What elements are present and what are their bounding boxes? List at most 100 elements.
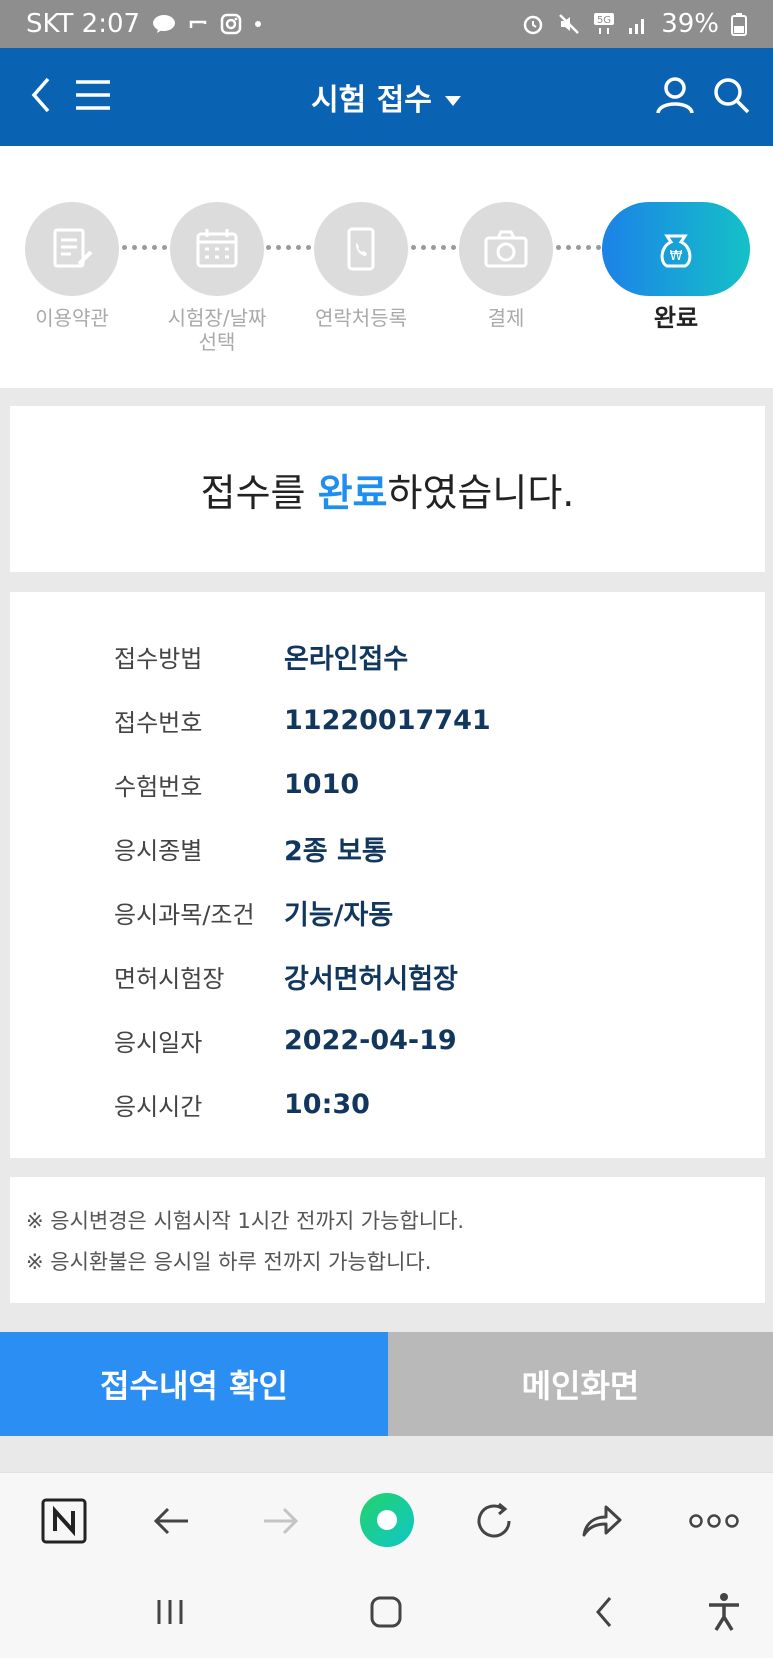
- signal-icon: [627, 13, 649, 35]
- info-row-time: 응시시간 10:30: [10, 1072, 765, 1136]
- chevron-left-icon: [590, 1595, 618, 1633]
- accessibility-button[interactable]: [702, 1592, 746, 1636]
- reload-button[interactable]: [468, 1497, 520, 1549]
- step-label: 시험장/날짜 선택: [167, 306, 267, 354]
- app-header: 시험 접수: [0, 48, 773, 146]
- arrow-left-icon: [152, 1504, 192, 1542]
- step-connector: [122, 245, 167, 251]
- info-value: 온라인접수: [284, 643, 409, 675]
- instagram-icon: [220, 13, 242, 35]
- info-value: 기능/자동: [284, 899, 394, 931]
- registration-info: 접수방법 온라인접수 접수번호 11220017741 수험번호 1010 응시종별 2…: [10, 592, 765, 1158]
- search-icon: [711, 75, 751, 119]
- info-key: 접수방법: [114, 644, 203, 673]
- completion-text-before: 접수를: [200, 470, 318, 515]
- info-key: 수험번호: [114, 772, 203, 801]
- info-key: 접수번호: [114, 708, 203, 737]
- calendar-icon: [170, 202, 264, 296]
- info-value: 11220017741: [284, 704, 491, 736]
- recent-apps-icon: [154, 1597, 186, 1631]
- info-key: 응시시간: [114, 1092, 203, 1121]
- action-buttons: 접수내역 확인 메인화면: [0, 1332, 773, 1436]
- home-square-icon: [369, 1595, 403, 1633]
- info-row-subject: 응시과목/조건 기능/자동: [10, 880, 765, 944]
- user-icon: [655, 75, 695, 119]
- step-connector: [556, 245, 601, 251]
- status-bar: SKT 2:07 5G 39%: [0, 0, 773, 48]
- info-value: 2종 보통: [284, 835, 387, 867]
- menu-button[interactable]: [66, 70, 120, 124]
- completion-text-after: 하였습니다.: [387, 470, 575, 515]
- svg-text:5G: 5G: [597, 15, 611, 26]
- document-edit-icon: [25, 202, 119, 296]
- step-venue-date: 시험장/날짜 선택: [168, 202, 266, 354]
- step-complete: ₩ 완료: [602, 202, 750, 330]
- battery-icon: [731, 12, 747, 36]
- battery-percent: 39%: [661, 9, 719, 39]
- step-label: 완료: [653, 304, 699, 332]
- step-terms: 이용약관: [24, 202, 120, 330]
- chevron-left-icon: [26, 75, 56, 119]
- info-row-date: 응시일자 2022-04-19: [10, 1008, 765, 1072]
- step-contact: 연락처등록: [313, 202, 409, 330]
- naver-n-icon: [41, 1498, 87, 1548]
- info-row-exam-number: 수험번호 1010: [10, 752, 765, 816]
- reload-icon: [473, 1500, 515, 1546]
- info-key: 응시과목/조건: [114, 900, 255, 929]
- info-key: 면허시험장: [114, 964, 225, 993]
- naver-home-button[interactable]: [38, 1497, 90, 1549]
- info-value: 10:30: [284, 1088, 370, 1120]
- money-bag-icon: ₩: [602, 202, 750, 296]
- svg-text:₩: ₩: [670, 249, 683, 264]
- step-connector: [266, 245, 311, 251]
- system-back-button[interactable]: [582, 1592, 626, 1636]
- recent-apps-button[interactable]: [148, 1592, 192, 1636]
- mute-icon: [557, 12, 581, 36]
- back-button[interactable]: [14, 70, 68, 124]
- notice-change: ※ 응시변경은 시험시작 1시간 전까지 가능합니다.: [26, 1209, 465, 1233]
- info-value: 강서면허시험장: [284, 963, 458, 995]
- browser-back-button[interactable]: [146, 1497, 198, 1549]
- browser-toolbar: [0, 1472, 773, 1570]
- completion-text-highlight: 완료: [317, 470, 388, 515]
- progress-steps: 이용약관 시험장/날짜 선택 연락처등록 결제 ₩ 완료: [0, 146, 773, 388]
- dot-icon: [254, 20, 262, 28]
- user-button[interactable]: [648, 70, 702, 124]
- view-registration-button[interactable]: 접수내역 확인: [0, 1332, 388, 1436]
- share-button[interactable]: [576, 1497, 628, 1549]
- browser-forward-button[interactable]: [254, 1497, 306, 1549]
- info-row-license-type: 응시종별 2종 보통: [10, 816, 765, 880]
- notification-icon: [188, 14, 208, 34]
- arrow-right-icon: [260, 1504, 300, 1542]
- network-5g-icon: 5G: [593, 12, 615, 36]
- phone-icon: [314, 202, 408, 296]
- home-button[interactable]: [364, 1592, 408, 1636]
- step-payment: 결제: [458, 202, 554, 330]
- more-button[interactable]: [684, 1497, 744, 1549]
- info-row-registration-number: 접수번호 11220017741: [10, 688, 765, 752]
- notice-box: ※ 응시변경은 시험시작 1시간 전까지 가능합니다. ※ 응시환불은 응시일 …: [10, 1177, 765, 1303]
- caret-down-icon: [444, 80, 462, 115]
- step-connector: [411, 245, 456, 251]
- green-dot-button[interactable]: [358, 1493, 416, 1551]
- hamburger-icon: [73, 78, 113, 116]
- system-nav-bar: [0, 1570, 773, 1658]
- info-value: 2022-04-19: [284, 1024, 457, 1056]
- accessibility-icon: [706, 1592, 742, 1636]
- alarm-icon: [521, 12, 545, 36]
- page-title: 시험 접수: [311, 83, 432, 118]
- info-value: 1010: [284, 768, 360, 800]
- notice-refund: ※ 응시환불은 응시일 하루 전까지 가능합니다.: [26, 1250, 432, 1274]
- info-key: 응시종별: [114, 836, 203, 865]
- step-label: 결제: [487, 306, 525, 330]
- info-row-method: 접수방법 온라인접수: [10, 624, 765, 688]
- more-horizontal-icon: [688, 1513, 740, 1533]
- main-screen-button[interactable]: 메인화면: [388, 1332, 773, 1436]
- status-carrier-time: SKT 2:07: [26, 9, 141, 39]
- green-dot-icon: [358, 1491, 416, 1553]
- search-button[interactable]: [704, 70, 758, 124]
- camera-icon: [459, 202, 553, 296]
- completion-message: 접수를 완료 하였습니다.: [10, 406, 765, 572]
- info-row-venue: 면허시험장 강서면허시험장: [10, 944, 765, 1008]
- step-label: 연락처등록: [315, 306, 407, 330]
